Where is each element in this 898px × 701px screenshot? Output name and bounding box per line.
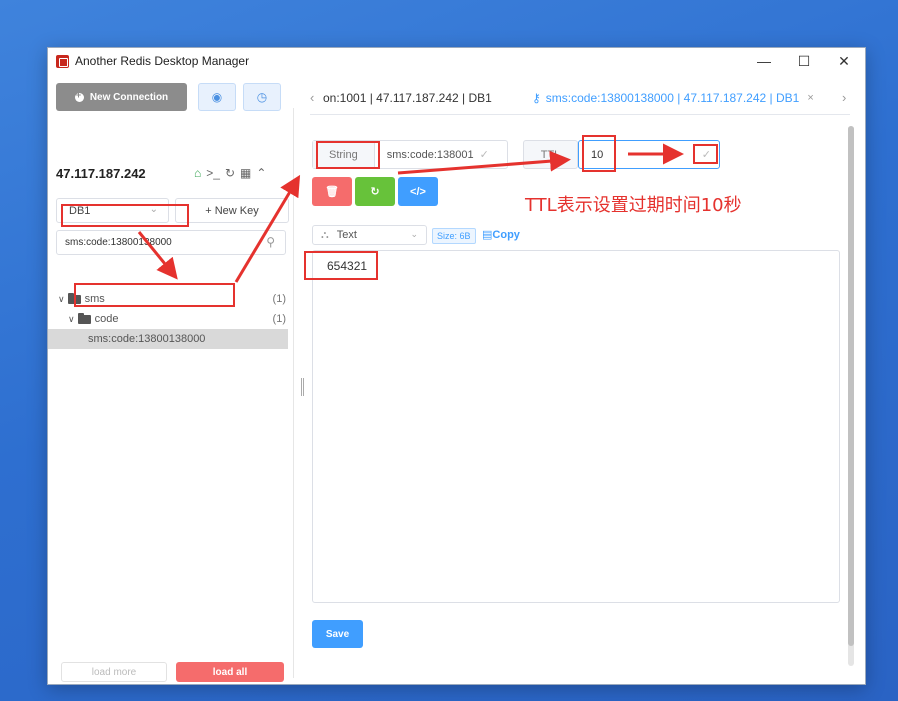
tree-folder-sms[interactable]: ∨ sms (1): [48, 289, 288, 309]
panel-divider: [293, 108, 294, 678]
chevron-left-icon[interactable]: ‹: [310, 90, 314, 105]
tab-bar: ‹ on:1001 | 47.117.187.242 | DB1 ⚷ sms:c…: [310, 81, 850, 115]
chevron-down-icon: ∨: [68, 313, 75, 324]
close-button[interactable]: ✕: [824, 48, 864, 74]
db-select[interactable]: DB1 ⌄: [56, 198, 169, 223]
check-icon[interactable]: ✓: [702, 148, 711, 161]
dump-command-button[interactable]: </>: [398, 177, 438, 206]
key-type-input: String sms:code:138001 ✓: [312, 140, 508, 169]
terminal-icon[interactable]: >_: [206, 166, 220, 180]
refresh-icon: ↻: [370, 186, 380, 198]
code-icon: </>: [410, 185, 426, 198]
app-logo-icon: [56, 54, 69, 68]
clock-icon: ◷: [256, 90, 268, 104]
connection-host[interactable]: 47.117.187.242: [56, 166, 146, 181]
eye-icon: ◉: [211, 90, 223, 104]
chevron-down-icon: ⌄: [410, 229, 418, 239]
check-icon[interactable]: ✓: [480, 148, 489, 161]
new-key-button[interactable]: + New Key: [175, 198, 289, 223]
load-more-button[interactable]: load more: [61, 662, 167, 682]
grid-icon[interactable]: ▦: [240, 166, 251, 180]
tab-key[interactable]: ⚷ sms:code:13800138000 | 47.117.187.242 …: [532, 81, 814, 115]
resize-handle[interactable]: [301, 378, 304, 396]
refresh-icon[interactable]: ↻: [225, 166, 235, 180]
sidebar: New Connection ◉ ◷ 47.117.187.242 ⌂ >_ ↻…: [48, 74, 294, 686]
maximize-button[interactable]: ☐: [784, 48, 824, 74]
value-text: 654321: [327, 259, 368, 273]
search-icon[interactable]: ⚲: [266, 235, 275, 249]
tree-key-item[interactable]: sms:code:13800138000: [48, 329, 288, 349]
format-select[interactable]: ⛬ Text ⌄: [312, 225, 427, 245]
folder-open-icon: [77, 312, 91, 324]
save-button[interactable]: Save: [312, 620, 363, 648]
app-window: Another Redis Desktop Manager — ☐ ✕ New …: [47, 47, 866, 685]
key-icon: ⚷: [532, 91, 541, 105]
delete-button[interactable]: 🗑: [312, 177, 352, 206]
home-icon[interactable]: ⌂: [194, 166, 201, 180]
clipboard-icon: ▤: [482, 229, 493, 241]
new-connection-button[interactable]: New Connection: [56, 83, 187, 111]
tree-folder-code[interactable]: ∨ code (1): [48, 309, 288, 329]
chevron-down-icon: ⌄: [149, 204, 158, 215]
history-button[interactable]: ◷: [243, 83, 281, 111]
window-title: Another Redis Desktop Manager: [75, 54, 250, 68]
type-label: String: [313, 141, 375, 168]
close-tab-icon[interactable]: ×: [807, 92, 813, 104]
connection-toolbar: ⌂ >_ ↻ ▦ ⌃: [194, 166, 266, 180]
ttl-label: TTL: [523, 140, 578, 169]
ttl-input[interactable]: 10 ✓: [578, 140, 720, 169]
search-input[interactable]: sms:code:13800138000 ⚲: [56, 230, 286, 255]
load-all-button[interactable]: load all: [176, 662, 284, 682]
chevron-down-icon: ∨: [58, 293, 65, 304]
annotation-text: TTL表示设置过期时间10秒: [525, 195, 742, 216]
trash-icon: 🗑: [325, 186, 339, 198]
scrollbar[interactable]: [848, 126, 854, 666]
size-badge: Size: 6B: [432, 228, 476, 244]
value-editor[interactable]: 654321: [312, 250, 840, 603]
title-bar: Another Redis Desktop Manager — ☐ ✕: [48, 48, 865, 74]
status-button[interactable]: ◉: [198, 83, 236, 111]
scrollbar-thumb[interactable]: [848, 126, 854, 646]
chevron-right-icon[interactable]: ›: [842, 90, 846, 105]
chevron-up-icon[interactable]: ⌃: [256, 166, 266, 180]
folder-open-icon: [67, 292, 81, 304]
copy-link[interactable]: ▤Copy: [482, 228, 520, 241]
minimize-button[interactable]: —: [744, 48, 784, 74]
key-name-field[interactable]: sms:code:138001: [375, 149, 474, 161]
hierarchy-icon: ⛬: [321, 228, 329, 241]
tab-connection[interactable]: on:1001 | 47.117.187.242 | DB1: [323, 81, 492, 115]
plus-circle-icon: [74, 90, 84, 102]
refresh-button[interactable]: ↻: [355, 177, 395, 206]
